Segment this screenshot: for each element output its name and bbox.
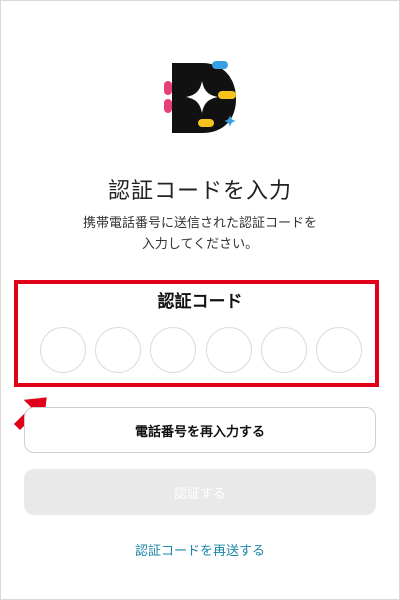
reenter-phone-button[interactable]: 電話番号を再入力する: [24, 407, 376, 453]
instruction-line-2: 入力してください。: [141, 237, 259, 252]
code-input-group: [40, 327, 362, 375]
code-label: 認証コード: [157, 292, 243, 312]
code-digit-5[interactable]: [260, 327, 307, 373]
code-digit-4[interactable]: [205, 327, 252, 373]
code-digit-1[interactable]: [40, 327, 86, 373]
code-digit-6[interactable]: [315, 327, 362, 373]
code-digit-3[interactable]: [150, 327, 197, 373]
verify-button[interactable]: 認証する: [24, 469, 376, 515]
page-title: 認証コードを入力: [107, 179, 292, 204]
app-logo-icon: [164, 61, 236, 133]
code-digit-2[interactable]: [95, 327, 142, 373]
resend-code-link[interactable]: 認証コードを再送する: [0, 540, 400, 559]
instruction-text: 携帯電話番号に送信された認証コードを 入力してください。: [40, 213, 360, 255]
instruction-line-1: 携帯電話番号に送信された認証コードを: [82, 216, 317, 231]
